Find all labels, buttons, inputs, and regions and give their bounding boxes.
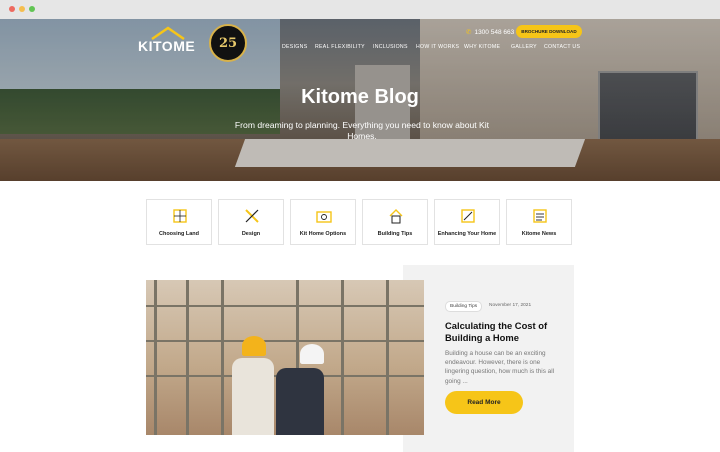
phone-icon: ✆ [466, 29, 472, 36]
category-kitome-news[interactable]: Kitome News [506, 199, 572, 245]
options-icon [316, 211, 332, 223]
maximize-window-icon[interactable] [29, 6, 35, 12]
phone-number[interactable]: ✆ 1300 548 663 [466, 28, 514, 36]
post-category-tag[interactable]: Building Tips [445, 301, 483, 312]
nav-item-designs[interactable]: DESIGNS [282, 44, 307, 50]
brochure-download-button[interactable]: BROCHURE DOWNLOAD [516, 25, 582, 38]
read-more-button[interactable]: Read More [445, 391, 523, 414]
close-window-icon[interactable] [9, 6, 15, 12]
post-title[interactable]: Calculating the Cost of Building a Home [445, 320, 565, 344]
nav-item-real-flexibility[interactable]: REAL FLEXIBILITY [315, 44, 365, 50]
building-tips-icon [389, 209, 403, 224]
post-image[interactable] [146, 280, 424, 435]
category-choosing-land[interactable]: Choosing Land [146, 199, 212, 245]
news-icon [533, 209, 547, 223]
nav-item-inclusions[interactable]: INCLUSIONS [373, 44, 408, 50]
category-enhancing-your-home[interactable]: Enhancing Your Home [434, 199, 500, 245]
category-building-tips[interactable]: Building Tips [362, 199, 428, 245]
category-kit-home-options[interactable]: Kit Home Options [290, 199, 356, 245]
nav-item-how-it-works[interactable]: HOW IT WORKS [416, 44, 459, 50]
anniversary-badge: 25 [209, 24, 247, 62]
category-design[interactable]: Design [218, 199, 284, 245]
design-icon [245, 209, 259, 223]
minimize-window-icon[interactable] [19, 6, 25, 12]
land-icon [173, 209, 187, 223]
nav-item-gallery[interactable]: GALLERY [511, 44, 537, 50]
page-subtitle: From dreaming to planning. Everything yo… [234, 120, 490, 141]
post-date: November 17, 2021 [489, 303, 532, 308]
nav-item-contact-us[interactable]: CONTACT US [544, 44, 580, 50]
site-logo[interactable]: KITOME [138, 38, 195, 54]
nav-item-why-kitome[interactable]: WHY KITOME [464, 44, 500, 50]
browser-toolbar [0, 0, 720, 20]
featured-post-card: Building Tips November 17, 2021 Calculat… [403, 265, 574, 452]
enhancing-icon [461, 209, 475, 223]
page-title: Kitome Blog [301, 86, 419, 108]
category-list: Choosing Land Design Kit Home Options Bu… [146, 199, 574, 246]
post-excerpt: Building a house can be an exciting ende… [445, 350, 555, 385]
